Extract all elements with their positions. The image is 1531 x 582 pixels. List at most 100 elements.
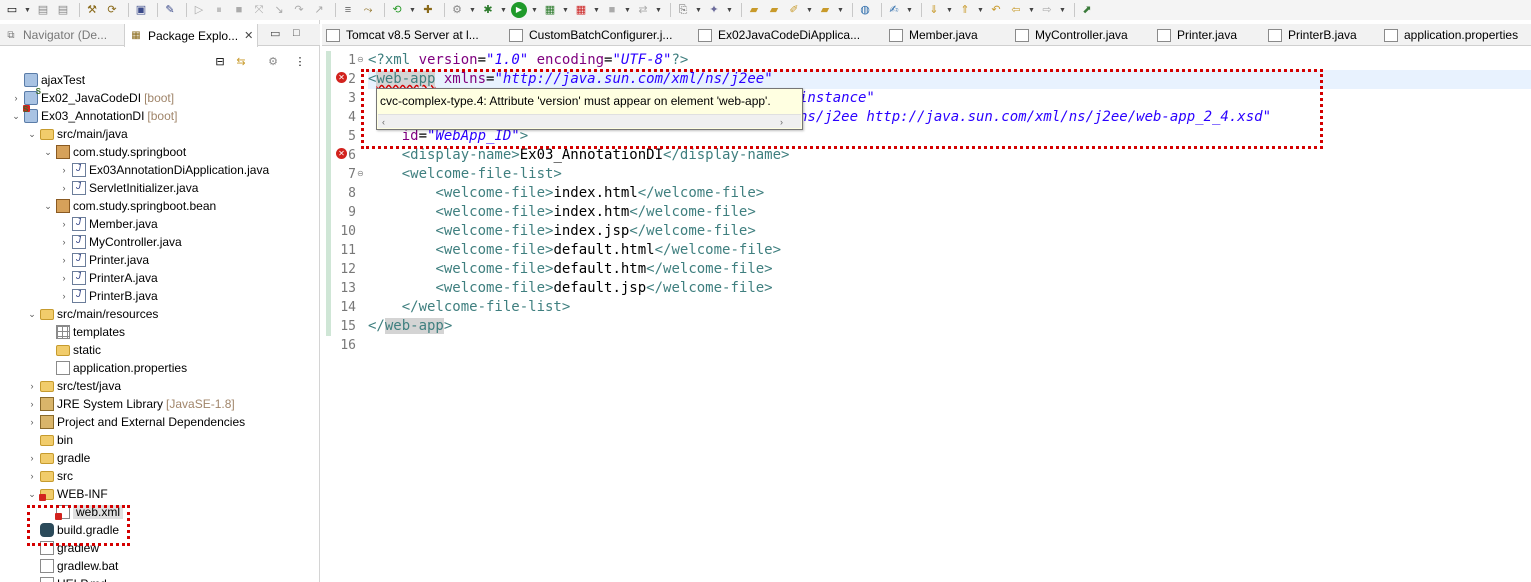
collapse-all-icon[interactable]: ⊟	[212, 53, 228, 69]
chevron-down-icon[interactable]: ▼	[469, 7, 476, 14]
tree-item[interactable]: › Printer.java	[58, 251, 149, 269]
chevron-down-icon[interactable]: ▼	[1028, 7, 1035, 14]
search-folder-icon[interactable]: ▰	[817, 2, 833, 18]
chevron-down-icon[interactable]: ▼	[806, 7, 813, 14]
chevron-right-icon[interactable]: ›	[58, 255, 70, 265]
tree-item[interactable]: › JRE System Library [JavaSE-1.8]	[26, 395, 235, 413]
new-java-project-icon[interactable]: ⎘	[675, 2, 691, 18]
chevron-down-icon[interactable]: ▼	[624, 7, 631, 14]
editor-tab[interactable]: Member.java	[889, 24, 978, 46]
open-folder-icon[interactable]: ▰	[766, 2, 782, 18]
debug-icon[interactable]: ✱	[480, 2, 496, 18]
step-into-icon[interactable]: ↘	[271, 2, 287, 18]
disconnect-icon[interactable]: ⤧	[251, 2, 267, 18]
scroll-left-icon[interactable]: ‹	[382, 115, 385, 129]
tooltip-scrollbar[interactable]: ‹ ›	[378, 114, 801, 128]
suspend-icon[interactable]: ⏸	[211, 2, 227, 18]
next-annotation-icon[interactable]: ⇓	[926, 2, 942, 18]
chevron-down-icon[interactable]: ▼	[24, 7, 31, 14]
terminal-icon[interactable]: ▣	[133, 2, 149, 18]
chevron-down-icon[interactable]: ▼	[409, 7, 416, 14]
resume-icon[interactable]: ▷	[191, 2, 207, 18]
server-icon[interactable]: ⇄	[635, 2, 651, 18]
chevron-down-icon[interactable]: ⌄	[26, 129, 38, 140]
prev-annotation-icon[interactable]: ⇑	[957, 2, 973, 18]
chevron-down-icon[interactable]: ▼	[977, 7, 984, 14]
editor-tab[interactable]: CustomBatchConfigurer.j...	[509, 24, 672, 46]
new-icon[interactable]: ▭	[4, 2, 20, 18]
chevron-right-icon[interactable]: ›	[58, 273, 70, 283]
close-icon[interactable]: ✕	[244, 29, 253, 42]
tree-item[interactable]: › PrinterA.java	[58, 269, 158, 287]
skip-breakpoints-icon[interactable]: ⤳	[360, 2, 376, 18]
chevron-right-icon[interactable]: ›	[58, 219, 70, 229]
tree-item[interactable]: ⌄ com.study.springboot.bean	[42, 197, 216, 215]
build-icon[interactable]: ⚒	[84, 2, 100, 18]
tree-item[interactable]: › MyController.java	[58, 233, 182, 251]
forward-icon[interactable]: ⇨	[1039, 2, 1055, 18]
chevron-down-icon[interactable]: ▼	[593, 7, 600, 14]
back-icon[interactable]: ⇦	[1008, 2, 1024, 18]
tree-item[interactable]: ⌄ Ex03_AnnotationDI[boot]	[10, 105, 177, 125]
tree-item[interactable]: ⌄ com.study.springboot	[42, 143, 186, 161]
tree-item[interactable]: static	[42, 341, 101, 359]
chevron-right-icon[interactable]: ›	[26, 453, 38, 463]
chevron-down-icon[interactable]: ▼	[1059, 7, 1066, 14]
chevron-down-icon[interactable]: ▼	[837, 7, 844, 14]
maximize-icon[interactable]: □	[293, 27, 300, 39]
tree-item[interactable]: › Ex03AnnotationDiApplication.java	[58, 161, 269, 179]
tree-item[interactable]: gradlew.bat	[26, 557, 118, 575]
view-menu-icon[interactable]: ⋮	[292, 53, 308, 69]
globe-icon[interactable]: ◍	[857, 2, 873, 18]
minimize-icon[interactable]: ▭	[270, 27, 280, 40]
filters-icon[interactable]: ⚙	[265, 53, 281, 69]
chevron-right-icon[interactable]: ›	[26, 417, 38, 427]
tree-item[interactable]: ⌄ src/main/resources	[26, 305, 158, 323]
step-over-icon[interactable]: ↷	[291, 2, 307, 18]
tree-item[interactable]: ⌄ WEB-INF	[26, 485, 108, 503]
chevron-down-icon[interactable]: ▼	[946, 7, 953, 14]
tree-item[interactable]: application.properties	[42, 359, 187, 377]
tree-item[interactable]: HELP.md	[26, 575, 107, 582]
tree-item[interactable]: bin	[26, 431, 73, 449]
tree-item[interactable]: › src/test/java	[26, 377, 122, 395]
chevron-down-icon[interactable]: ▼	[500, 7, 507, 14]
open-perspective-icon[interactable]: ⬈	[1079, 2, 1095, 18]
editor-tab[interactable]: PrinterB.java	[1268, 24, 1357, 46]
save-icon[interactable]: ▤	[35, 2, 51, 18]
chevron-down-icon[interactable]: ⌄	[26, 489, 38, 500]
chevron-down-icon[interactable]: ▼	[906, 7, 913, 14]
scroll-right-icon[interactable]: ›	[780, 115, 783, 129]
toggle-icon[interactable]: ≡	[340, 2, 356, 18]
chevron-down-icon[interactable]: ▼	[655, 7, 662, 14]
last-edit-icon[interactable]: ↶	[988, 2, 1004, 18]
chevron-right-icon[interactable]: ›	[26, 399, 38, 409]
chevron-right-icon[interactable]: ›	[26, 381, 38, 391]
fold-toggle-icon[interactable]: ⊖	[357, 169, 364, 178]
new-class-icon[interactable]: ✚	[420, 2, 436, 18]
chevron-down-icon[interactable]: ⌄	[26, 309, 38, 320]
coverage-icon[interactable]: ▦	[542, 2, 558, 18]
editor-tab[interactable]: MyController.java	[1015, 24, 1128, 46]
chevron-right-icon[interactable]: ›	[58, 165, 70, 175]
gear-icon[interactable]: ⚙	[449, 2, 465, 18]
chevron-down-icon[interactable]: ⌄	[42, 147, 54, 158]
tree-item[interactable]: › gradle	[26, 449, 91, 467]
new-package-icon[interactable]: ✦	[706, 2, 722, 18]
editor-tab[interactable]: application.properties	[1384, 24, 1518, 46]
chevron-right-icon[interactable]: ›	[26, 471, 38, 481]
save-all-icon[interactable]: ▤	[55, 2, 71, 18]
tree-item[interactable]: templates	[42, 323, 125, 341]
editor-tab[interactable]: Tomcat v8.5 Server at l...	[326, 24, 479, 46]
stop-icon[interactable]: ■	[604, 2, 620, 18]
spring-boot-icon[interactable]: ⟲	[389, 2, 405, 18]
tree-item[interactable]: › Member.java	[58, 215, 158, 233]
tree-item[interactable]: › src	[26, 467, 74, 485]
chevron-down-icon[interactable]: ▼	[562, 7, 569, 14]
chevron-right-icon[interactable]: ›	[10, 93, 22, 103]
chevron-down-icon[interactable]: ▼	[726, 7, 733, 14]
step-return-icon[interactable]: ↗	[311, 2, 327, 18]
chevron-down-icon[interactable]: ⌄	[42, 201, 54, 212]
annotation-icon[interactable]: ✍	[886, 2, 902, 18]
tab-navigator[interactable]: ⧉ Navigator (De...	[4, 24, 107, 46]
